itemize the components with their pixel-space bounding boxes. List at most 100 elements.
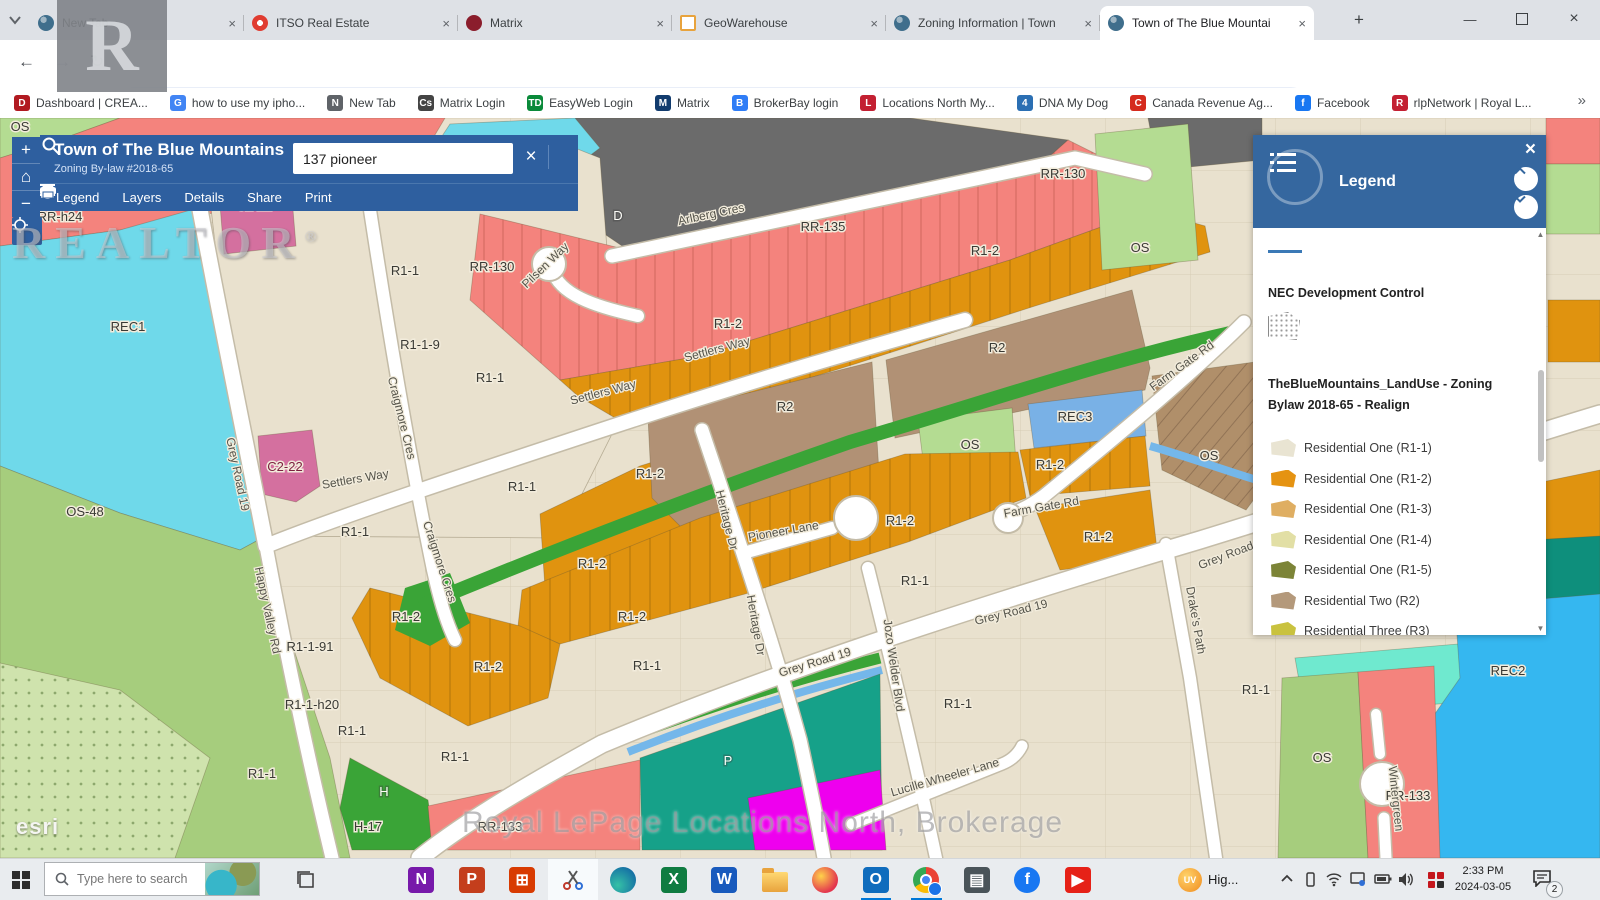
map-toolbar: Legend Layers Details Share Print [40, 183, 578, 211]
screen-share-icon[interactable] [1350, 872, 1366, 887]
bookmark-dashboard-crea[interactable]: DDashboard | CREA... [14, 95, 148, 111]
taskbar-app-youtube[interactable]: ▶ [1053, 859, 1104, 900]
taskbar-app-store[interactable]: ⊞ [497, 859, 548, 900]
maximize-button[interactable] [1496, 0, 1548, 38]
volume-icon[interactable] [1398, 872, 1415, 887]
taskbar-app-edge[interactable] [598, 859, 649, 900]
zoom-in-button[interactable]: + [12, 137, 40, 164]
search-icon[interactable] [40, 135, 62, 157]
zone-label-r1-2: R1-2 [392, 609, 420, 624]
zone-label-r1-1-9: R1-1-9 [400, 337, 440, 352]
bookmark-label: DNA My Dog [1039, 96, 1108, 110]
zone-label-c2-22: C2-22 [267, 459, 302, 474]
bookmark-new-tab[interactable]: NNew Tab [327, 95, 395, 111]
bookmark-matrix-login[interactable]: CsMatrix Login [418, 95, 505, 111]
bookmark-matrix[interactable]: MMatrix [655, 95, 710, 111]
tab-close-icon[interactable]: × [1298, 16, 1306, 31]
battery-icon[interactable] [1374, 872, 1392, 887]
phone-link-icon[interactable] [1303, 872, 1318, 887]
scroll-down-arrow[interactable]: ▼ [1536, 624, 1545, 633]
zoom-out-button[interactable]: − [12, 191, 40, 217]
bookmark-favicon: M [655, 95, 671, 111]
taskbar-app-chrome[interactable] [901, 859, 952, 900]
toolbar-layers[interactable]: Layers [116, 190, 161, 205]
bookmark-locations-north-my[interactable]: LLocations North My... [860, 95, 995, 111]
taskbar-app-calculator[interactable]: ▤ [952, 859, 1003, 900]
taskbar-app-facebook[interactable]: f [1002, 859, 1053, 900]
tab-close-icon[interactable]: × [656, 16, 664, 31]
globe-icon [1108, 15, 1124, 31]
tab-matrix[interactable]: Matrix× [458, 6, 672, 40]
legend-collapse-down-icon[interactable] [1514, 195, 1538, 219]
taskbar-app-word[interactable]: W [699, 859, 750, 900]
back-button[interactable]: ← [18, 52, 35, 72]
tab-town-of-the-blue-mountai[interactable]: Town of The Blue Mountai× [1100, 6, 1314, 40]
bookmark-dna-my-dog[interactable]: 4DNA My Dog [1017, 95, 1108, 111]
bookmark-canada-revenue-ag[interactable]: CCanada Revenue Ag... [1130, 95, 1273, 111]
close-button[interactable]: × [1548, 0, 1600, 38]
file-explorer-icon [762, 872, 788, 892]
bookmark-how-to-use-my-ipho[interactable]: Ghow to use my ipho... [170, 95, 305, 111]
map-viewport[interactable]: OSRR-h24C2-21R1-1RR-130R1-1-9RR-135RR-13… [0, 118, 1600, 858]
minimize-button[interactable]: — [1444, 0, 1496, 38]
legend-nec-swatch [1268, 312, 1300, 340]
toolbar-details[interactable]: Details [178, 190, 224, 205]
taskbar-app-outlook[interactable]: O [851, 859, 902, 900]
zone-label-rr-135: RR-135 [801, 219, 846, 234]
tab-geowarehouse[interactable]: GeoWarehouse× [672, 6, 886, 40]
home-button[interactable]: ⌂ [12, 164, 40, 191]
uv-widget-icon[interactable]: UV [1178, 868, 1202, 892]
tab-close-icon[interactable]: × [442, 16, 450, 31]
toolbar-legend[interactable]: Legend [50, 190, 99, 205]
taskbar-app-onenote[interactable]: N [396, 859, 447, 900]
wifi-icon[interactable] [1326, 872, 1342, 887]
tab-close-icon[interactable]: × [228, 16, 236, 31]
zone-label-rec2: REC2 [1491, 663, 1526, 678]
taskbar-app-excel[interactable]: X [649, 859, 700, 900]
tab-close-icon[interactable]: × [1084, 16, 1092, 31]
bookmark-rlpnetwork-royal-l[interactable]: RrlpNetwork | Royal L... [1392, 95, 1532, 111]
new-tab-button[interactable]: + [1348, 10, 1370, 32]
bookmark-facebook[interactable]: fFacebook [1295, 95, 1370, 111]
legend-collapse-up-icon[interactable] [1514, 167, 1538, 191]
search-clear-icon[interactable]: × [518, 144, 544, 170]
zone-label-h-17: H-17 [354, 819, 382, 834]
bookmark-easyweb-login[interactable]: TDEasyWeb Login [527, 95, 633, 111]
zone-label-r1-1: R1-1 [1242, 682, 1270, 697]
tab-search-chevron-icon[interactable] [8, 14, 22, 26]
zone-label-r1-2: R1-2 [636, 466, 664, 481]
taskbar-search[interactable]: Type here to search [44, 862, 260, 896]
search-highlight-image[interactable] [205, 863, 259, 895]
task-view-button[interactable] [296, 870, 316, 890]
taskbar-app-snipping-tool[interactable] [548, 859, 599, 900]
zone-label-os: OS [1131, 240, 1150, 255]
tray-chevron-up-icon[interactable] [1280, 872, 1294, 886]
bookmarks-overflow-chevron[interactable]: » [1578, 92, 1586, 109]
toolbar-print[interactable]: Print [299, 190, 332, 205]
bookmark-favicon: f [1295, 95, 1311, 111]
taskbar-clock[interactable]: 2:33 PM 2024-03-05 [1448, 864, 1518, 896]
zone-label-rr-130: RR-130 [1041, 166, 1086, 181]
start-button[interactable] [12, 871, 30, 889]
legend-close-icon[interactable]: × [1525, 139, 1536, 161]
legend-list-icon [1267, 149, 1323, 205]
excel-icon: X [661, 867, 687, 893]
map-search-input[interactable] [293, 143, 513, 174]
map-search-box[interactable] [293, 143, 513, 174]
legend-swatch [1271, 561, 1296, 579]
scroll-up-arrow[interactable]: ▲ [1536, 230, 1545, 239]
tab-zoning-information-town[interactable]: Zoning Information | Town× [886, 6, 1100, 40]
taskbar-app-file-explorer[interactable] [750, 859, 801, 900]
taskbar-app-firefox[interactable] [800, 859, 851, 900]
bookmark-brokerbay-login[interactable]: BBrokerBay login [732, 95, 839, 111]
legend-scrollbar[interactable]: ▲ ▼ [1536, 230, 1545, 633]
remote-access-icon[interactable] [1428, 872, 1444, 888]
toolbar-share[interactable]: Share [241, 190, 282, 205]
tab-itso-real-estate[interactable]: ITSO Real Estate× [244, 6, 458, 40]
taskbar-app-powerpoint[interactable]: P [447, 859, 498, 900]
brokerage-watermark: Royal LePage Locations North, Brokerage [462, 806, 1063, 840]
zone-label-r1-1-91: R1-1-91 [287, 639, 334, 654]
tab-close-icon[interactable]: × [870, 16, 878, 31]
uv-widget-label[interactable]: Hig... [1208, 872, 1238, 887]
scrollbar-thumb[interactable] [1538, 370, 1544, 462]
